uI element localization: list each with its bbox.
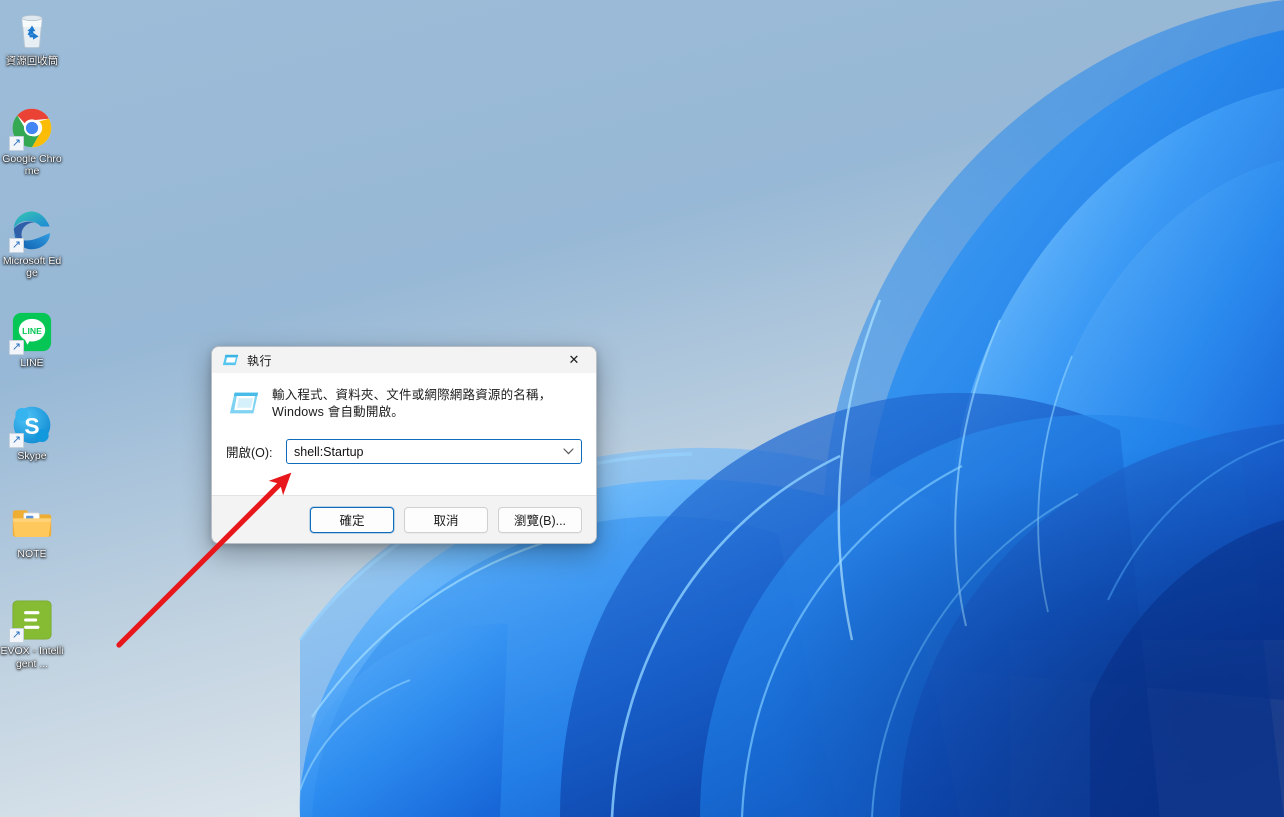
folder-icon — [10, 501, 54, 545]
desktop-icon-label: NOTE — [17, 547, 47, 560]
cancel-button[interactable]: 取消 — [404, 506, 488, 533]
desktop-icon-label: 資源回收筒 — [5, 55, 59, 67]
svg-text:LINE: LINE — [22, 325, 42, 335]
run-open-input[interactable] — [287, 440, 581, 463]
evox-icon: ↗ — [9, 598, 54, 643]
dialog-description-text: 輸入程式、資料夾、文件或網際網路資源的名稱，Windows 會自動開啟。 — [272, 388, 552, 419]
desktop-icon-note-folder[interactable]: NOTE — [0, 501, 64, 561]
dialog-titlebar[interactable]: 執行 ✕ — [212, 347, 596, 373]
desktop-icon-label: Skype — [17, 450, 47, 462]
desktop-icon-evox[interactable]: ↗ EVOX - Intelligent ... — [0, 598, 64, 670]
desktop: 資源回收筒 ↗ Google Chrome ↗ Microsoft Edge L… — [0, 0, 1284, 817]
open-field-row: 開啟(O): — [226, 439, 582, 464]
run-window-icon — [222, 353, 239, 367]
desktop-icon-microsoft-edge[interactable]: ↗ Microsoft Edge — [0, 208, 64, 280]
shortcut-overlay-icon: ↗ — [9, 433, 24, 448]
desktop-icon-label: LINE — [20, 356, 44, 369]
desktop-icon-label: Google Chrome — [2, 152, 62, 178]
microsoft-edge-icon: ↗ — [9, 208, 54, 253]
shortcut-overlay-icon: ↗ — [9, 135, 24, 151]
desktop-icon-column: 資源回收筒 ↗ Google Chrome ↗ Microsoft Edge L… — [0, 4, 64, 686]
desktop-icon-recycle-bin[interactable]: 資源回收筒 — [0, 8, 64, 68]
desktop-icon-skype[interactable]: S ↗ Skype — [0, 403, 64, 463]
dialog-body: 輸入程式、資料夾、文件或網際網路資源的名稱，Windows 會自動開啟。 開啟(… — [212, 373, 596, 495]
desktop-icon-line[interactable]: LINE ↗ LINE — [0, 310, 64, 370]
shortcut-overlay-icon: ↗ — [9, 237, 24, 253]
browse-button[interactable]: 瀏覽(B)... — [498, 506, 582, 533]
desktop-icon-google-chrome[interactable]: ↗ Google Chrome — [0, 106, 64, 178]
dialog-title: 執行 — [247, 353, 273, 368]
desktop-icon-label: EVOX - Intelligent ... — [0, 645, 64, 670]
shortcut-overlay-icon: ↗ — [9, 628, 24, 643]
run-window-icon — [228, 389, 260, 419]
google-chrome-icon: ↗ — [9, 106, 54, 151]
shortcut-overlay-icon: ↗ — [9, 339, 24, 355]
ok-button[interactable]: 確定 — [310, 506, 394, 533]
run-open-combobox[interactable] — [286, 439, 582, 464]
recycle-bin-icon — [10, 8, 54, 52]
open-field-label: 開啟(O): — [226, 446, 273, 460]
desktop-icon-label: Microsoft Edge — [2, 254, 62, 280]
dialog-description-row: 輸入程式、資料夾、文件或網際網路資源的名稱，Windows 會自動開啟。 — [226, 387, 582, 421]
desktop-wallpaper — [0, 0, 1284, 817]
line-icon: LINE ↗ — [9, 310, 54, 355]
chevron-down-icon[interactable] — [563, 440, 574, 463]
close-icon[interactable]: ✕ — [552, 347, 596, 373]
svg-text:S: S — [24, 413, 39, 439]
dialog-footer: 確定 取消 瀏覽(B)... — [212, 495, 596, 543]
run-dialog: 執行 ✕ 輸入程式、資料夾、文件或網際網路資源的名稱，Windows 會自動開啟… — [211, 346, 597, 544]
skype-icon: S ↗ — [9, 403, 54, 448]
